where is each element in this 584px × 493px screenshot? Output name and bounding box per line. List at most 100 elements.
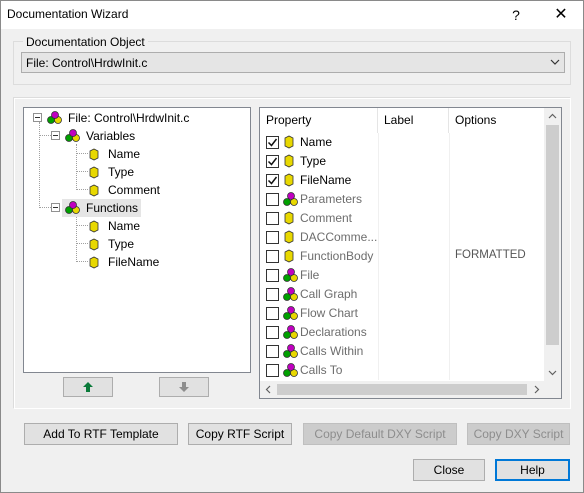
property-option: FORMATTED — [455, 249, 526, 261]
chevron-down-icon — [550, 59, 560, 65]
property-name: File — [300, 268, 320, 282]
object-tree[interactable]: File: Control\HrdwInit.c Variables Name … — [23, 107, 251, 373]
key-icon — [284, 135, 294, 149]
arrow-down-icon — [179, 382, 189, 392]
title-close-button[interactable]: ✕ — [541, 1, 581, 29]
list-item[interactable]: FileName — [260, 171, 546, 190]
chevron-up-icon[interactable] — [548, 113, 557, 119]
tree-root-expander[interactable] — [33, 113, 42, 122]
tree-functions-node[interactable]: Functions — [62, 199, 142, 217]
copy-default-dxy-script-button[interactable]: Copy Default DXY Script — [303, 423, 457, 445]
scrollbar-corner — [544, 381, 561, 398]
cell-divider — [449, 361, 450, 380]
add-to-rtf-template-button[interactable]: Add To RTF Template — [24, 423, 178, 445]
list-item[interactable]: DACComme... — [260, 228, 546, 247]
list-item[interactable]: File — [260, 266, 546, 285]
move-down-button[interactable] — [159, 377, 209, 397]
row-checkbox[interactable] — [266, 364, 279, 377]
property-name: Type — [300, 154, 327, 168]
cell-divider — [378, 190, 379, 209]
tree-variables-expander[interactable] — [51, 131, 60, 140]
cell-divider — [378, 285, 379, 304]
documentation-object-label: Documentation Object — [23, 35, 148, 49]
list-item[interactable]: FunctionBody FORMATTED — [260, 247, 546, 266]
key-icon — [89, 238, 99, 251]
tree-connector — [76, 225, 88, 226]
list-item[interactable]: Type — [260, 152, 546, 171]
chevron-right-icon[interactable] — [534, 385, 540, 394]
cell-divider — [449, 266, 450, 285]
cell-divider — [449, 285, 450, 304]
row-checkbox[interactable] — [266, 136, 279, 149]
tree-connector — [76, 189, 88, 190]
move-up-button[interactable] — [63, 377, 113, 397]
cell-divider — [378, 342, 379, 361]
row-checkbox[interactable] — [266, 307, 279, 320]
property-list[interactable]: Property Label Options Name Type FileName P… — [259, 107, 562, 399]
cell-divider — [449, 209, 450, 228]
property-name: Call Graph — [300, 287, 358, 301]
list-item[interactable]: Name — [260, 133, 546, 152]
row-checkbox[interactable] — [266, 288, 279, 301]
list-item[interactable]: Flow Chart — [260, 304, 546, 323]
tree-connector — [76, 144, 77, 190]
list-item[interactable]: Call Graph — [260, 285, 546, 304]
cell-divider — [449, 304, 450, 323]
tree-functions-expander[interactable] — [51, 203, 60, 212]
chevron-down-icon[interactable] — [548, 370, 557, 376]
cell-divider — [378, 323, 379, 342]
cell-divider — [378, 228, 379, 247]
list-item[interactable]: Parameters — [260, 190, 546, 209]
property-name: FileName — [300, 173, 352, 187]
row-checkbox[interactable] — [266, 155, 279, 168]
property-name: DACComme... — [300, 230, 378, 244]
column-header-property[interactable]: Property — [260, 108, 378, 133]
row-checkbox[interactable] — [266, 174, 279, 187]
tree-connector — [76, 171, 88, 172]
tree-functions-label: Functions — [86, 201, 139, 215]
key-icon — [284, 249, 294, 263]
list-item[interactable]: Calls To — [260, 361, 546, 380]
key-icon — [284, 154, 294, 168]
tree-connector — [76, 261, 88, 262]
list-item[interactable]: Declarations — [260, 323, 546, 342]
title-help-button[interactable]: ? — [499, 1, 533, 29]
cell-divider — [378, 133, 379, 152]
cell-divider — [378, 152, 379, 171]
tree-variables-label: Variables — [86, 129, 136, 143]
list-item[interactable]: Comment — [260, 209, 546, 228]
vertical-scrollbar[interactable] — [544, 108, 561, 383]
row-checkbox[interactable] — [266, 212, 279, 225]
row-checkbox[interactable] — [266, 231, 279, 244]
row-checkbox[interactable] — [266, 193, 279, 206]
close-button[interactable]: Close — [413, 459, 485, 481]
copy-dxy-script-button[interactable]: Copy DXY Script — [467, 423, 570, 445]
column-header-options[interactable]: Options — [449, 108, 546, 133]
horizontal-scroll-thumb[interactable] — [277, 384, 527, 395]
help-button[interactable]: Help — [495, 459, 570, 481]
row-checkbox[interactable] — [266, 326, 279, 339]
cell-divider — [449, 247, 450, 266]
horizontal-scrollbar[interactable] — [260, 381, 546, 398]
row-checkbox[interactable] — [266, 345, 279, 358]
checkmark-icon — [267, 138, 278, 147]
copy-rtf-script-button[interactable]: Copy RTF Script — [188, 423, 292, 445]
class-icon — [283, 306, 298, 320]
chevron-left-icon[interactable] — [265, 385, 271, 394]
row-checkbox[interactable] — [266, 250, 279, 263]
class-icon — [47, 111, 62, 124]
list-item[interactable]: Calls Within — [260, 342, 546, 361]
column-header-label[interactable]: Label — [378, 108, 449, 133]
class-icon — [65, 129, 80, 142]
documentation-object-combo[interactable]: File: Control\HrdwInit.c — [21, 52, 565, 73]
tree-var-name-label: Name — [108, 147, 141, 161]
class-icon — [283, 287, 298, 301]
cell-divider — [449, 228, 450, 247]
tree-connector — [76, 216, 77, 262]
row-checkbox[interactable] — [266, 269, 279, 282]
property-name: Parameters — [300, 192, 363, 206]
vertical-scroll-thumb[interactable] — [546, 125, 559, 345]
window-title: Documentation Wizard — [7, 7, 129, 21]
key-icon — [89, 148, 99, 161]
cell-divider — [449, 133, 450, 152]
